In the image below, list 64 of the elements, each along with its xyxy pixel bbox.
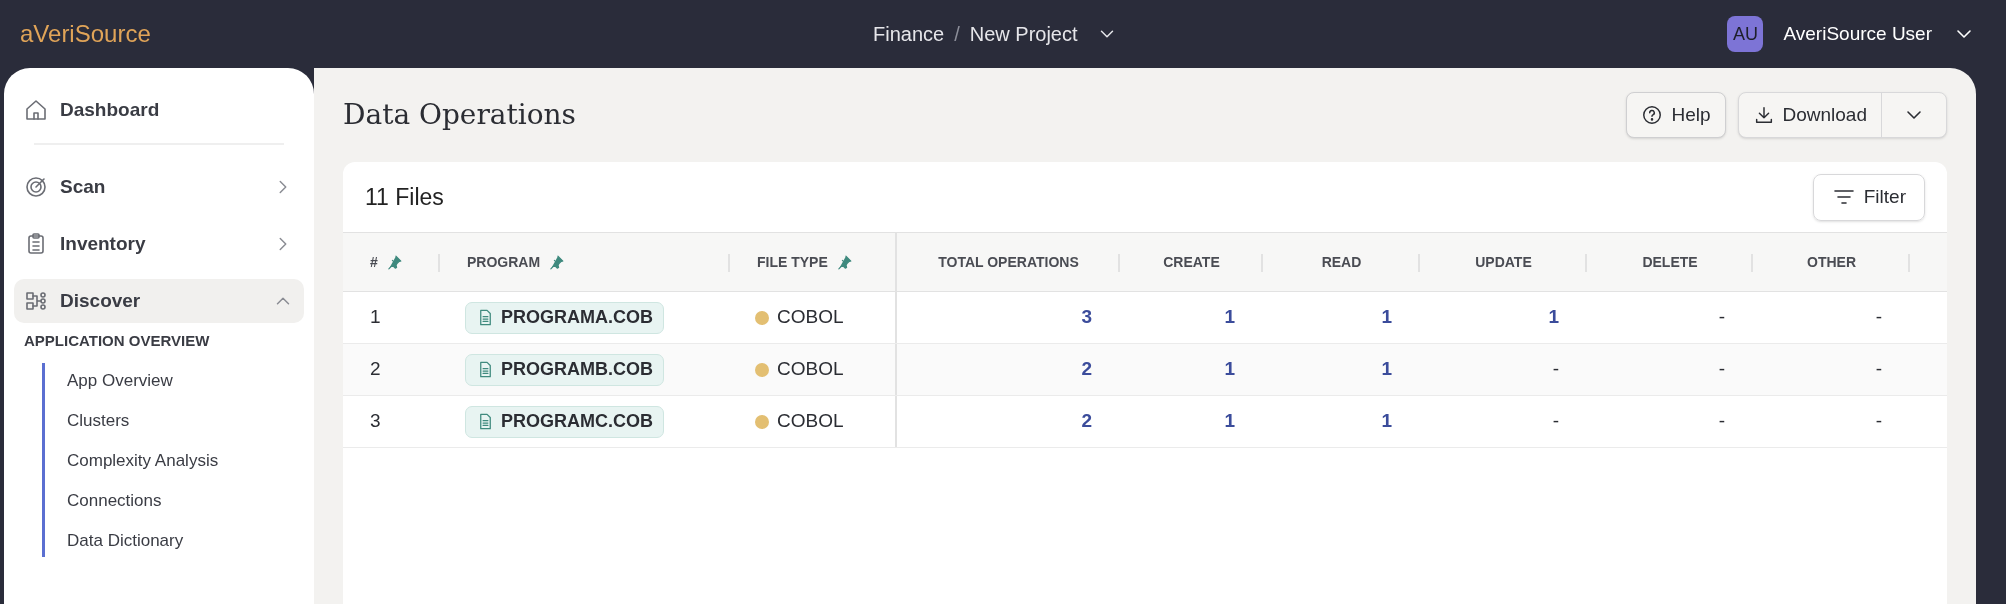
count-link[interactable]: 1 [1381, 407, 1392, 436]
column-header[interactable]: # [370, 251, 378, 273]
breadcrumb-item[interactable]: New Project [969, 19, 1078, 49]
program-tag[interactable]: PROGRAMA.COB [465, 301, 664, 334]
download-button[interactable]: Download [1738, 93, 1882, 137]
column-header[interactable]: CREATE [1163, 251, 1220, 273]
table-row[interactable]: 1 PROGRAMA.COB COBOL 3 1 1 1 - - [343, 292, 1947, 344]
sidebar-subitem[interactable]: Complexity Analysis [45, 444, 304, 477]
column-header[interactable]: TOTAL OPERATIONS [938, 251, 1079, 273]
program-tag[interactable]: PROGRAMC.COB [465, 405, 664, 438]
column-header[interactable]: DELETE [1642, 251, 1698, 273]
sidebar-item[interactable]: Discover [14, 279, 304, 323]
file-type: COBOL [777, 409, 844, 434]
row-number: 3 [370, 409, 381, 434]
column-header[interactable]: FILE TYPE [757, 251, 828, 273]
sidebar-subitem[interactable]: Data Dictionary [45, 524, 304, 557]
sidebar-subitem[interactable]: Connections [45, 484, 304, 517]
row-number: 1 [370, 305, 381, 330]
page-title: Data Operations [343, 97, 576, 133]
count-link[interactable]: 1 [1224, 355, 1235, 384]
table-row[interactable]: 2 PROGRAMB.COB COBOL 2 1 1 - - - [343, 344, 1947, 396]
table-cell-text: - [1552, 409, 1559, 434]
count-link[interactable]: 1 [1381, 355, 1392, 384]
table-cell-text: - [1875, 357, 1882, 382]
table-cell-text: - [1875, 305, 1882, 330]
column-header[interactable]: PROGRAM [467, 251, 541, 273]
file-type: COBOL [777, 357, 844, 382]
table-cell-text: - [1718, 357, 1725, 382]
home-icon [24, 98, 48, 122]
help-button[interactable]: Help [1626, 92, 1726, 138]
count-link[interactable]: 1 [1548, 303, 1559, 332]
file-count: 11 Files [365, 182, 444, 212]
count-link[interactable]: 3 [1081, 303, 1092, 332]
column-header[interactable]: UPDATE [1475, 251, 1532, 273]
sidebar-item[interactable]: Scan [14, 165, 304, 209]
app-logo[interactable]: aVeriSource [20, 16, 151, 52]
program-tag[interactable]: PROGRAMB.COB [465, 353, 664, 386]
column-header[interactable]: READ [1321, 251, 1362, 273]
section-heading: APPLICATION OVERVIEW [23, 331, 211, 351]
sidebar-subitem[interactable]: Clusters [45, 404, 304, 437]
sidebar-item[interactable]: Inventory [14, 222, 304, 266]
hierarchy-icon [24, 289, 48, 313]
filter-button[interactable]: Filter [1812, 173, 1925, 221]
table-row[interactable]: 3 PROGRAMC.COB COBOL 2 1 1 - - - [343, 396, 1947, 448]
user-avatar[interactable]: AU [1727, 16, 1764, 52]
breadcrumb-separator: / [954, 22, 960, 47]
target-icon [24, 175, 48, 199]
table-cell-text: - [1718, 305, 1725, 330]
column-header[interactable]: OTHER [1807, 251, 1856, 273]
row-number: 2 [370, 357, 381, 382]
count-link[interactable]: 2 [1081, 355, 1092, 384]
sidebar-item[interactable]: Dashboard [14, 88, 304, 132]
table-cell-text: - [1552, 357, 1559, 382]
sidebar-subitem[interactable]: App Overview [45, 364, 304, 397]
table-cell-text: - [1718, 409, 1725, 434]
user-name[interactable]: AveriSource User [1783, 19, 1932, 49]
table-cell-text: - [1875, 409, 1882, 434]
count-link[interactable]: 1 [1381, 303, 1392, 332]
file-type: COBOL [777, 305, 844, 330]
help-icon [1641, 104, 1664, 126]
count-link[interactable]: 1 [1224, 303, 1235, 332]
breadcrumb-item[interactable]: Finance [873, 19, 945, 49]
count-link[interactable]: 1 [1224, 407, 1235, 436]
count-link[interactable]: 2 [1081, 407, 1092, 436]
